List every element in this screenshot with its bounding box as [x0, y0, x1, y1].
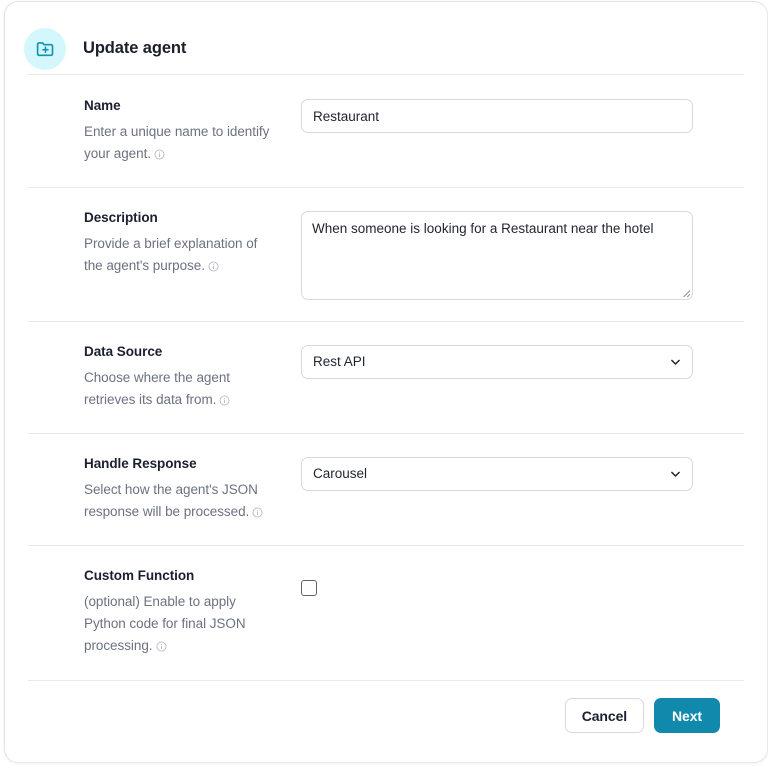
modal-footer: Cancel Next [28, 681, 744, 734]
field-control-data-source: Rest API [301, 344, 744, 379]
custom-function-checkbox[interactable] [301, 579, 317, 596]
field-title-data-source: Data Source [84, 343, 163, 359]
info-circle-icon[interactable] [252, 507, 263, 518]
field-help-text-name: Enter a unique name to identify your age… [84, 124, 270, 162]
field-label-group-description: Description Provide a brief explanation … [28, 210, 301, 277]
field-label-group-data-source: Data Source Choose where the agent retri… [28, 344, 301, 411]
info-circle-icon[interactable] [156, 641, 167, 652]
field-row-handle-response: Handle Response Select how the agent's J… [28, 434, 744, 545]
handle-response-select[interactable]: Carousel [301, 456, 693, 491]
field-control-description: When someone is looking for a Restaurant… [301, 210, 744, 300]
page-title: Update agent [83, 39, 187, 58]
field-title-description: Description [84, 209, 158, 225]
field-help-custom-function: (optional) Enable to apply Python code f… [84, 591, 277, 657]
field-row-name: Name Enter a unique name to identify you… [28, 75, 744, 187]
next-button[interactable]: Next [654, 698, 720, 734]
cancel-button[interactable]: Cancel [564, 698, 645, 734]
info-circle-icon[interactable] [154, 149, 165, 160]
field-help-text-handle-response: Select how the agent's JSON response wil… [84, 482, 258, 519]
modal-header: Update agent [5, 2, 767, 74]
field-row-description: Description Provide a brief explanation … [28, 188, 744, 321]
field-control-name [301, 98, 744, 133]
field-label-group-name: Name Enter a unique name to identify you… [28, 98, 301, 165]
info-circle-icon[interactable] [219, 395, 230, 406]
field-help-handle-response: Select how the agent's JSON response wil… [84, 479, 277, 523]
modal-body: Name Enter a unique name to identify you… [5, 74, 767, 734]
update-agent-modal: Update agent Name Enter a unique name to… [4, 1, 768, 763]
select-wrapper-handle-response: Carousel [301, 456, 693, 491]
select-wrapper-data-source: Rest API [301, 344, 693, 379]
field-control-handle-response: Carousel [301, 456, 744, 491]
folder-plus-icon [24, 27, 66, 70]
field-help-data-source: Choose where the agent retrieves its dat… [84, 367, 277, 411]
data-source-select[interactable]: Rest API [301, 344, 693, 379]
field-help-text-description: Provide a brief explanation of the agent… [84, 236, 258, 273]
name-input[interactable] [301, 99, 693, 133]
field-label-group-handle-response: Handle Response Select how the agent's J… [28, 456, 301, 523]
info-circle-icon[interactable] [208, 261, 219, 272]
field-title-custom-function: Custom Function [84, 567, 195, 583]
field-label-group-custom-function: Custom Function (optional) Enable to app… [28, 568, 301, 657]
textarea-wrapper: When someone is looking for a Restaurant… [301, 210, 693, 300]
field-row-data-source: Data Source Choose where the agent retri… [28, 322, 744, 433]
description-textarea[interactable]: When someone is looking for a Restaurant… [301, 210, 693, 300]
field-help-text-data-source: Choose where the agent retrieves its dat… [84, 370, 231, 407]
page-backdrop: Update agent Name Enter a unique name to… [0, 0, 768, 768]
field-help-description: Provide a brief explanation of the agent… [84, 233, 277, 277]
field-title-name: Name [84, 98, 121, 113]
field-help-name: Enter a unique name to identify your age… [84, 121, 277, 165]
field-row-custom-function: Custom Function (optional) Enable to app… [28, 546, 744, 681]
field-control-custom-function [301, 568, 744, 596]
field-title-handle-response: Handle Response [84, 455, 197, 471]
